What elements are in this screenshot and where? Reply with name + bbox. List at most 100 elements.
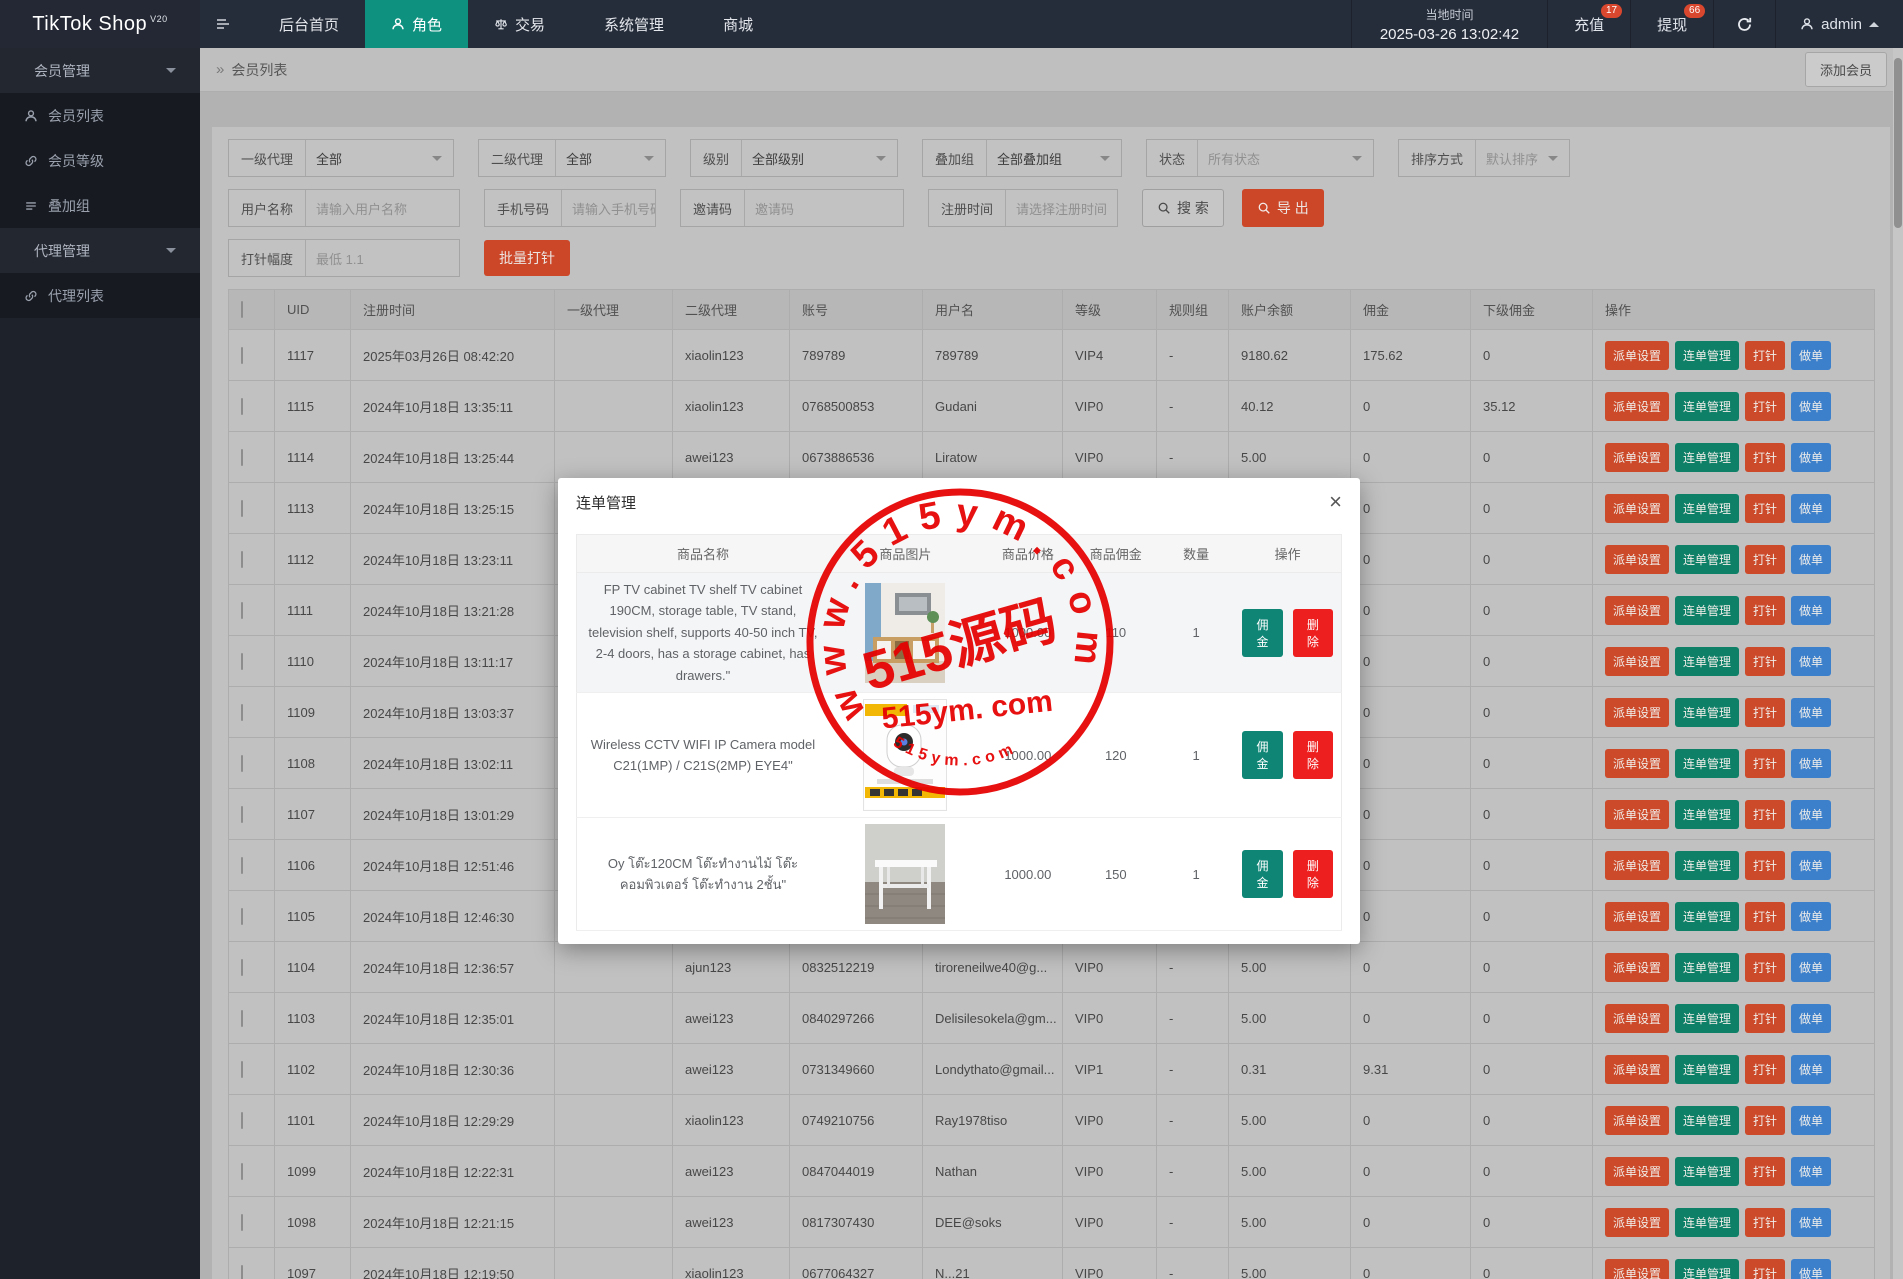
row-checkbox[interactable]: [241, 397, 243, 415]
chain-order-button[interactable]: 连单管理: [1675, 544, 1740, 574]
row-checkbox[interactable]: [241, 1111, 243, 1129]
sidebar-item[interactable]: 叠加组: [0, 183, 200, 228]
make-order-button[interactable]: 做单: [1791, 697, 1832, 727]
make-order-button[interactable]: 做单: [1791, 1003, 1832, 1033]
needle-button[interactable]: 打针: [1745, 544, 1786, 574]
needle-button[interactable]: 打针: [1745, 901, 1786, 931]
chain-order-button[interactable]: 连单管理: [1675, 1156, 1740, 1186]
needle-button[interactable]: 打针: [1745, 1105, 1786, 1135]
admin-menu[interactable]: admin: [1775, 0, 1903, 48]
chain-order-button[interactable]: 连单管理: [1675, 952, 1740, 982]
needle-button[interactable]: 打针: [1745, 595, 1786, 625]
search-button[interactable]: 搜 索: [1142, 189, 1224, 227]
sidebar-item[interactable]: 会员管理: [0, 48, 200, 93]
needle-button[interactable]: 打针: [1745, 391, 1786, 421]
make-order-button[interactable]: 做单: [1791, 952, 1832, 982]
make-order-button[interactable]: 做单: [1791, 799, 1832, 829]
needle-button[interactable]: 打针: [1745, 1156, 1786, 1186]
sidebar-item[interactable]: 代理管理: [0, 228, 200, 273]
top-menu-item[interactable]: 角色: [365, 0, 469, 48]
make-order-button[interactable]: 做单: [1791, 340, 1832, 370]
dispatch-settings-button[interactable]: 派单设置: [1605, 340, 1670, 370]
dispatch-settings-button[interactable]: 派单设置: [1605, 799, 1670, 829]
row-checkbox[interactable]: [241, 1162, 243, 1180]
chain-order-button[interactable]: 连单管理: [1675, 1054, 1740, 1084]
filter-select[interactable]: 状态 所有状态: [1146, 139, 1374, 177]
row-checkbox[interactable]: [241, 448, 243, 466]
row-checkbox[interactable]: [241, 856, 243, 874]
dispatch-settings-button[interactable]: 派单设置: [1605, 1105, 1670, 1135]
chain-order-button[interactable]: 连单管理: [1675, 391, 1740, 421]
make-order-button[interactable]: 做单: [1791, 595, 1832, 625]
chain-order-button[interactable]: 连单管理: [1675, 340, 1740, 370]
row-checkbox[interactable]: [241, 907, 243, 925]
dispatch-settings-button[interactable]: 派单设置: [1605, 748, 1670, 778]
needle-button[interactable]: 打针: [1745, 799, 1786, 829]
row-checkbox[interactable]: [241, 499, 243, 517]
dispatch-settings-button[interactable]: 派单设置: [1605, 442, 1670, 472]
chain-order-button[interactable]: 连单管理: [1675, 850, 1740, 880]
row-checkbox[interactable]: [241, 805, 243, 823]
dispatch-settings-button[interactable]: 派单设置: [1605, 901, 1670, 931]
needle-button[interactable]: 打针: [1745, 442, 1786, 472]
top-menu-item[interactable]: 商城: [690, 0, 779, 48]
select-all-checkbox[interactable]: [241, 301, 243, 318]
filter-select[interactable]: 排序方式 默认排序: [1398, 139, 1571, 177]
make-order-button[interactable]: 做单: [1791, 646, 1832, 676]
dispatch-settings-button[interactable]: 派单设置: [1605, 544, 1670, 574]
row-checkbox[interactable]: [241, 652, 243, 670]
delete-button[interactable]: 删除: [1292, 608, 1333, 657]
row-checkbox[interactable]: [241, 1264, 243, 1279]
commission-button[interactable]: 佣金: [1242, 731, 1283, 780]
make-order-button[interactable]: 做单: [1791, 442, 1832, 472]
needle-button[interactable]: 打针: [1745, 340, 1786, 370]
dispatch-settings-button[interactable]: 派单设置: [1605, 391, 1670, 421]
chain-order-button[interactable]: 连单管理: [1675, 1003, 1740, 1033]
chain-order-button[interactable]: 连单管理: [1675, 595, 1740, 625]
needle-button[interactable]: 打针: [1745, 1003, 1786, 1033]
make-order-button[interactable]: 做单: [1791, 901, 1832, 931]
needle-button[interactable]: 打针: [1745, 1258, 1786, 1279]
make-order-button[interactable]: 做单: [1791, 748, 1832, 778]
needle-button[interactable]: 打针: [1745, 952, 1786, 982]
recharge-button[interactable]: 充值 17: [1547, 0, 1630, 48]
needle-button[interactable]: 打针: [1745, 697, 1786, 727]
make-order-button[interactable]: 做单: [1791, 1105, 1832, 1135]
needle-range-group[interactable]: 打针幅度 最低 1.1: [228, 239, 460, 277]
row-checkbox[interactable]: [241, 1060, 243, 1078]
refresh-icon[interactable]: [1713, 0, 1775, 48]
make-order-button[interactable]: 做单: [1791, 1156, 1832, 1186]
row-checkbox[interactable]: [241, 1009, 243, 1027]
make-order-button[interactable]: 做单: [1791, 391, 1832, 421]
needle-button[interactable]: 打针: [1745, 1207, 1786, 1237]
make-order-button[interactable]: 做单: [1791, 1207, 1832, 1237]
filter-select[interactable]: 二级代理 全部: [478, 139, 666, 177]
make-order-button[interactable]: 做单: [1791, 1054, 1832, 1084]
chain-order-button[interactable]: 连单管理: [1675, 748, 1740, 778]
row-checkbox[interactable]: [241, 1213, 243, 1231]
chain-order-button[interactable]: 连单管理: [1675, 646, 1740, 676]
dispatch-settings-button[interactable]: 派单设置: [1605, 646, 1670, 676]
row-checkbox[interactable]: [241, 550, 243, 568]
row-checkbox[interactable]: [241, 958, 243, 976]
filter-select[interactable]: 叠加组 全部叠加组: [922, 139, 1122, 177]
chain-order-button[interactable]: 连单管理: [1675, 442, 1740, 472]
row-checkbox[interactable]: [241, 703, 243, 721]
commission-button[interactable]: 佣金: [1242, 850, 1283, 899]
dispatch-settings-button[interactable]: 派单设置: [1605, 1054, 1670, 1084]
scrollbar-thumb[interactable]: [1894, 58, 1902, 228]
delete-button[interactable]: 删除: [1292, 850, 1333, 899]
needle-button[interactable]: 打针: [1745, 850, 1786, 880]
needle-button[interactable]: 打针: [1745, 646, 1786, 676]
batch-needle-button[interactable]: 批量打针: [484, 240, 570, 276]
dispatch-settings-button[interactable]: 派单设置: [1605, 595, 1670, 625]
filter-input-group[interactable]: 手机号码 请输入手机号码: [484, 189, 656, 227]
chain-order-button[interactable]: 连单管理: [1675, 1207, 1740, 1237]
make-order-button[interactable]: 做单: [1791, 493, 1832, 523]
dispatch-settings-button[interactable]: 派单设置: [1605, 697, 1670, 727]
needle-button[interactable]: 打针: [1745, 493, 1786, 523]
dispatch-settings-button[interactable]: 派单设置: [1605, 493, 1670, 523]
sidebar-collapse-icon[interactable]: [200, 0, 246, 48]
chain-order-button[interactable]: 连单管理: [1675, 493, 1740, 523]
dispatch-settings-button[interactable]: 派单设置: [1605, 1003, 1670, 1033]
